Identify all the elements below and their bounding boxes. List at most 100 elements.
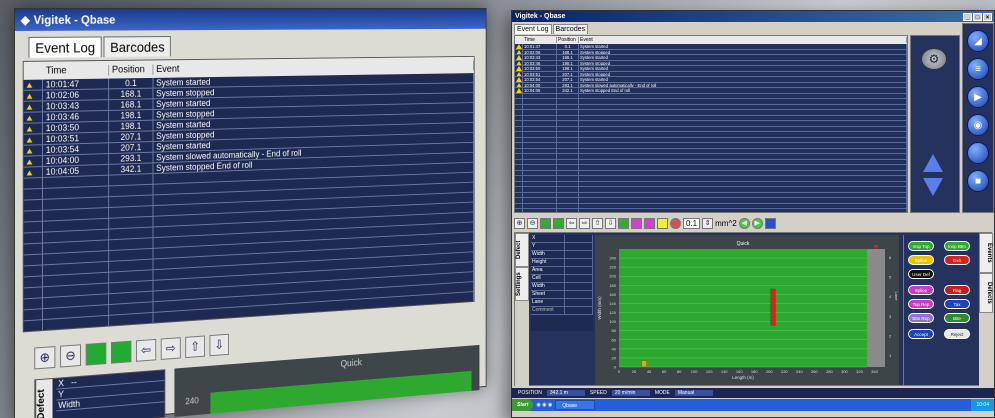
main-arrow-up-icon[interactable]: ⇧ bbox=[592, 218, 603, 229]
col-event[interactable]: Event bbox=[153, 60, 473, 75]
plot-area[interactable] bbox=[619, 249, 867, 367]
event-button[interactable]: Splice bbox=[908, 255, 934, 265]
event-button[interactable]: Tax bbox=[944, 299, 970, 309]
scroll-up-icon[interactable] bbox=[923, 154, 943, 172]
warning-icon bbox=[24, 101, 43, 111]
main-arrow-down-icon[interactable]: ⇩ bbox=[605, 218, 616, 229]
spinner-icon[interactable]: ⇕ bbox=[702, 218, 713, 229]
threshold-input[interactable]: 0.1 bbox=[683, 218, 700, 229]
comment-field[interactable]: Comment bbox=[531, 307, 593, 315]
stop-icon[interactable]: ■ bbox=[967, 170, 989, 192]
maximize-icon[interactable]: □ bbox=[973, 13, 982, 21]
tab-barcodes[interactable]: Barcodes bbox=[104, 36, 171, 57]
lane-grid-alt-icon[interactable] bbox=[644, 218, 655, 229]
main-col-position[interactable]: Position bbox=[557, 37, 579, 43]
event-button[interactable]: Bite bbox=[944, 313, 970, 323]
green-square-icon[interactable] bbox=[618, 218, 629, 229]
y-tick-label: 120 bbox=[609, 310, 616, 315]
lane-grid-icon[interactable] bbox=[631, 218, 642, 229]
taskbar-item-qbase[interactable]: Qbase bbox=[555, 400, 595, 410]
defect-marker[interactable] bbox=[771, 289, 776, 325]
tab-defects[interactable]: Defects bbox=[979, 273, 993, 313]
main-grid-icon[interactable] bbox=[540, 218, 551, 229]
tab-events[interactable]: Events bbox=[979, 233, 993, 273]
event-button[interactable]: Exit bbox=[944, 255, 970, 265]
chart-icon[interactable]: ◢ bbox=[967, 30, 989, 52]
main-arrow-left-icon[interactable]: ⇦ bbox=[566, 218, 577, 229]
warning-icon bbox=[24, 112, 43, 122]
left-tab-strip: Event Log Barcodes bbox=[15, 29, 486, 58]
prev-circle-icon[interactable]: ◀ bbox=[739, 218, 750, 229]
camera-icon[interactable]: ◉ bbox=[967, 114, 989, 136]
main-tab-barcodes[interactable]: Barcodes bbox=[553, 24, 589, 34]
row-position: 198.1 bbox=[109, 110, 153, 121]
list-icon[interactable]: ≡ bbox=[967, 58, 989, 80]
row-position: 168.1 bbox=[557, 50, 579, 55]
arrow-up-icon[interactable]: ⇧ bbox=[185, 335, 205, 358]
event-button[interactable]: User Def bbox=[908, 269, 934, 279]
minimize-icon[interactable]: _ bbox=[963, 13, 972, 21]
event-button[interactable]: Splice bbox=[908, 285, 934, 295]
row-position: 342.1 bbox=[109, 163, 153, 174]
scroll-down-icon[interactable] bbox=[923, 178, 943, 196]
event-button[interactable]: Reject bbox=[944, 329, 970, 339]
lane-tick-label: 3 bbox=[889, 314, 892, 319]
event-button[interactable]: Accept bbox=[908, 329, 934, 339]
play-icon[interactable]: ▶ bbox=[967, 86, 989, 108]
event-button[interactable]: Insp Btm bbox=[944, 241, 970, 251]
y-tick-label: 220 bbox=[609, 265, 616, 270]
event-log-table: Time Position Event 10:01:47 0.1 System st… bbox=[514, 35, 908, 213]
lane-tick-label: 5 bbox=[889, 275, 892, 280]
main-tab-event-log[interactable]: Event Log bbox=[514, 24, 552, 34]
y-tick-label: 200 bbox=[609, 274, 616, 279]
event-button[interactable]: Bite Rep bbox=[908, 313, 934, 323]
tab-defect[interactable]: Defect bbox=[515, 233, 529, 267]
defect-marker[interactable] bbox=[642, 361, 647, 367]
y-tick-label: 60 bbox=[612, 337, 617, 342]
quicklaunch-icon[interactable]: ◉ ◉ ◉ bbox=[536, 402, 552, 408]
zoom-out-icon[interactable]: ⊖ bbox=[60, 344, 81, 367]
start-button[interactable]: Start bbox=[512, 399, 533, 411]
arrow-down-icon[interactable]: ⇩ bbox=[209, 334, 229, 356]
left-defect-tab[interactable]: Defect bbox=[35, 379, 52, 418]
grid-view-icon[interactable] bbox=[86, 342, 107, 365]
col-time[interactable]: Time bbox=[43, 64, 109, 76]
arrow-right-icon[interactable]: ⇨ bbox=[161, 337, 181, 360]
lane-tick-label: 1 bbox=[889, 353, 892, 358]
main-zoom-out-icon[interactable]: ⊖ bbox=[527, 218, 538, 229]
main-col-event[interactable]: Event bbox=[579, 37, 907, 43]
main-title-bar: Vigitek - Qbase _ □ × bbox=[512, 11, 994, 22]
blue-square-icon[interactable] bbox=[765, 218, 776, 229]
grid-view-alt-icon[interactable] bbox=[111, 341, 131, 364]
zoom-in-icon[interactable]: ⊕ bbox=[34, 346, 55, 369]
row-position: 0.1 bbox=[109, 78, 153, 88]
tab-event-log[interactable]: Event Log bbox=[29, 36, 102, 57]
warning-icon bbox=[515, 55, 523, 60]
defect-size-icon[interactable] bbox=[670, 218, 681, 229]
tab-settings[interactable]: Settings bbox=[515, 267, 529, 301]
x-tick-label: 60 bbox=[662, 369, 667, 374]
blank-button-icon[interactable] bbox=[967, 142, 989, 164]
warning-icon bbox=[515, 83, 523, 88]
main-col-time[interactable]: Time bbox=[523, 37, 557, 43]
next-circle-icon[interactable]: ▶ bbox=[752, 218, 763, 229]
arrow-left-icon[interactable]: ⇦ bbox=[136, 339, 156, 362]
settings-gear-icon[interactable]: ⚙ bbox=[921, 48, 947, 70]
event-button[interactable]: Top Rep bbox=[908, 299, 934, 309]
col-position[interactable]: Position bbox=[109, 64, 153, 75]
main-grid-alt-icon[interactable] bbox=[553, 218, 564, 229]
vertical-split-icon[interactable] bbox=[657, 218, 668, 229]
row-time: 10:01:47 bbox=[43, 79, 109, 90]
row-position: 198.1 bbox=[557, 66, 579, 71]
y-tick-label: 240 bbox=[609, 256, 616, 261]
warning-icon bbox=[24, 167, 43, 178]
event-button[interactable]: Flag bbox=[944, 285, 970, 295]
system-tray-clock: 10:04 bbox=[971, 399, 994, 411]
close-icon[interactable]: × bbox=[983, 13, 992, 21]
main-zoom-in-icon[interactable]: ⊕ bbox=[514, 218, 525, 229]
x-tick-label: 40 bbox=[647, 369, 652, 374]
main-arrow-right-icon[interactable]: ⇨ bbox=[579, 218, 590, 229]
chart-svg[interactable]: 0204060801001201401601802002202400 20 40 60… bbox=[595, 235, 899, 385]
row-position: 207.1 bbox=[557, 72, 579, 77]
event-button[interactable]: Insp Top bbox=[908, 241, 934, 251]
